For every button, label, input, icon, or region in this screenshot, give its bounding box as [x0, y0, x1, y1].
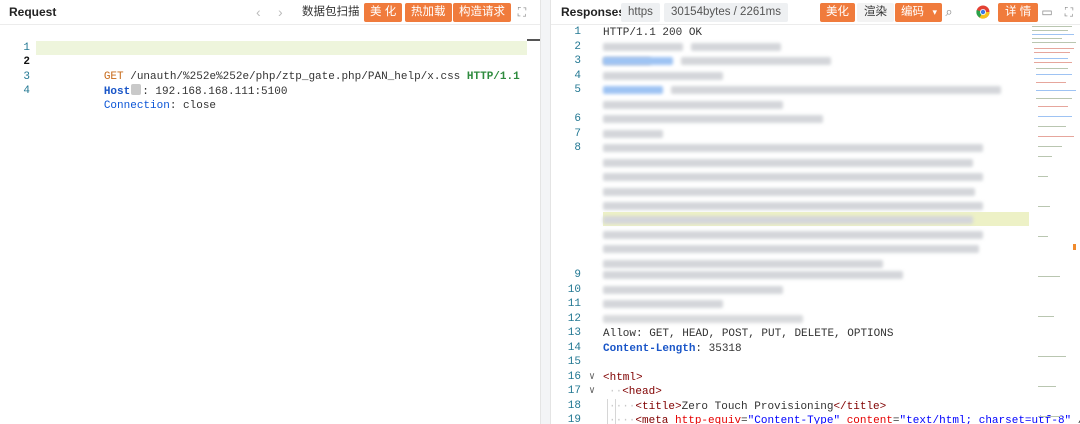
- line-number: 1: [574, 26, 581, 38]
- line-number: 3: [574, 55, 581, 67]
- request-line-2: 2 Host: 192.168.168.111:5100: [0, 41, 540, 98]
- request-line-1: 1 GET /unauth/%252e%252e/php/ztp_gate.ph…: [0, 26, 540, 83]
- line-number: 11: [567, 298, 581, 310]
- response-minimap[interactable]: [1032, 26, 1076, 424]
- response-editor[interactable]: 1 2 3 4 5 6 7 8 9 10 11 12 13 14 15 16 1…: [551, 26, 1080, 424]
- line-number: 9: [574, 269, 581, 281]
- scheme-chip: https: [621, 3, 660, 22]
- comment-icon[interactable]: ▭: [1039, 4, 1055, 20]
- meta-element: ····<meta http-equiv="Content-Type" cont…: [609, 414, 1080, 424]
- line-number: 19: [567, 414, 581, 424]
- request-pane: Request ‹ › 数据包扫描 美 化 热加载 构造请求 ⛶ 1 GET /…: [0, 0, 541, 424]
- attr-value: "Content-Type": [747, 415, 841, 424]
- request-beautify-button[interactable]: 美 化: [364, 3, 403, 22]
- render-button[interactable]: 渲染: [857, 3, 894, 22]
- expand-icon[interactable]: ⛶: [1061, 4, 1077, 20]
- line-number: 15: [567, 356, 581, 368]
- chevron-right-icon[interactable]: ›: [278, 4, 283, 20]
- line-number: 10: [567, 283, 581, 296]
- request-title: Request: [9, 5, 57, 19]
- expand-icon[interactable]: ⛶: [514, 4, 530, 20]
- build-request-button[interactable]: 构造请求: [453, 3, 511, 22]
- pane-divider[interactable]: [541, 0, 550, 424]
- head-open-tag: ··<head>: [609, 386, 662, 398]
- header-key: Allow: [603, 328, 637, 340]
- tag-text: <meta: [635, 415, 669, 424]
- line-number: 16: [567, 370, 581, 383]
- line-number: 2: [574, 40, 581, 53]
- response-beautify-button[interactable]: 美化: [820, 3, 855, 22]
- line-number: 5: [574, 84, 581, 96]
- details-button[interactable]: 详 情: [998, 3, 1039, 22]
- indent-guide: [607, 399, 608, 424]
- request-line-3: 3 Connection: close: [0, 55, 540, 112]
- packet-scan-button[interactable]: 数据包扫描: [302, 5, 360, 19]
- title-element: ····<title>Zero Touch Provisioning</titl…: [609, 400, 887, 413]
- header-separator: :: [169, 99, 184, 112]
- scroll-marker: [1073, 244, 1076, 250]
- search-icon[interactable]: ⌕: [941, 4, 957, 20]
- content-length-header: Content-Length: 35318: [603, 342, 742, 355]
- response-title: Responses: [561, 5, 626, 19]
- header-value: close: [183, 99, 217, 112]
- html-open-tag: <html>: [603, 371, 643, 386]
- tag-text: <html>: [603, 371, 643, 384]
- header-key: Connection: [103, 99, 170, 112]
- header-value: GET, HEAD, POST, PUT, DELETE, OPTIONS: [649, 328, 894, 340]
- line-number: 8: [574, 142, 581, 154]
- line-number: 18: [567, 399, 581, 412]
- line-number: 4: [574, 69, 581, 82]
- browser-icon[interactable]: [975, 4, 991, 20]
- header-key: Content-Length: [603, 342, 696, 355]
- chevron-down-icon: ▾: [932, 7, 937, 17]
- request-editor[interactable]: 1 GET /unauth/%252e%252e/php/ztp_gate.ph…: [0, 26, 540, 424]
- tag-text: <title>: [635, 400, 682, 413]
- line-number: 17: [567, 385, 581, 397]
- attr-name: http-equiv: [675, 415, 742, 424]
- line-number: 12: [567, 312, 581, 325]
- chevron-left-icon[interactable]: ‹: [256, 4, 261, 20]
- request-line-4: 4: [0, 70, 540, 97]
- line-number: 13: [567, 327, 581, 339]
- page-title-text: Zero Touch Provisioning: [681, 400, 834, 413]
- encoding-dropdown[interactable]: 编码 ▾: [895, 3, 942, 22]
- line-number: 7: [574, 127, 581, 140]
- line-number: 4: [23, 85, 30, 97]
- line-number: 6: [574, 113, 581, 125]
- header-value: 35318: [708, 342, 742, 355]
- allow-header: Allow: GET, HEAD, POST, PUT, DELETE, OPT…: [603, 328, 894, 340]
- fold-chevron-icon[interactable]: ∨: [589, 385, 595, 397]
- status-line: HTTP/1.1 200 OK: [603, 27, 703, 39]
- tag-text: <head>: [622, 386, 662, 398]
- line-number: 14: [567, 341, 581, 354]
- response-size-chip: 30154bytes / 2261ms: [664, 3, 788, 22]
- overview-ruler-mark: [527, 39, 540, 41]
- tag-text: </title>: [833, 400, 887, 413]
- fold-chevron-icon[interactable]: ∨: [589, 371, 595, 383]
- encoding-label: 编码: [901, 6, 924, 18]
- hot-load-button[interactable]: 热加载: [405, 3, 452, 22]
- response-pane: Responses https 30154bytes / 2261ms 美化 渲…: [550, 0, 1080, 424]
- attr-name: content: [846, 415, 893, 424]
